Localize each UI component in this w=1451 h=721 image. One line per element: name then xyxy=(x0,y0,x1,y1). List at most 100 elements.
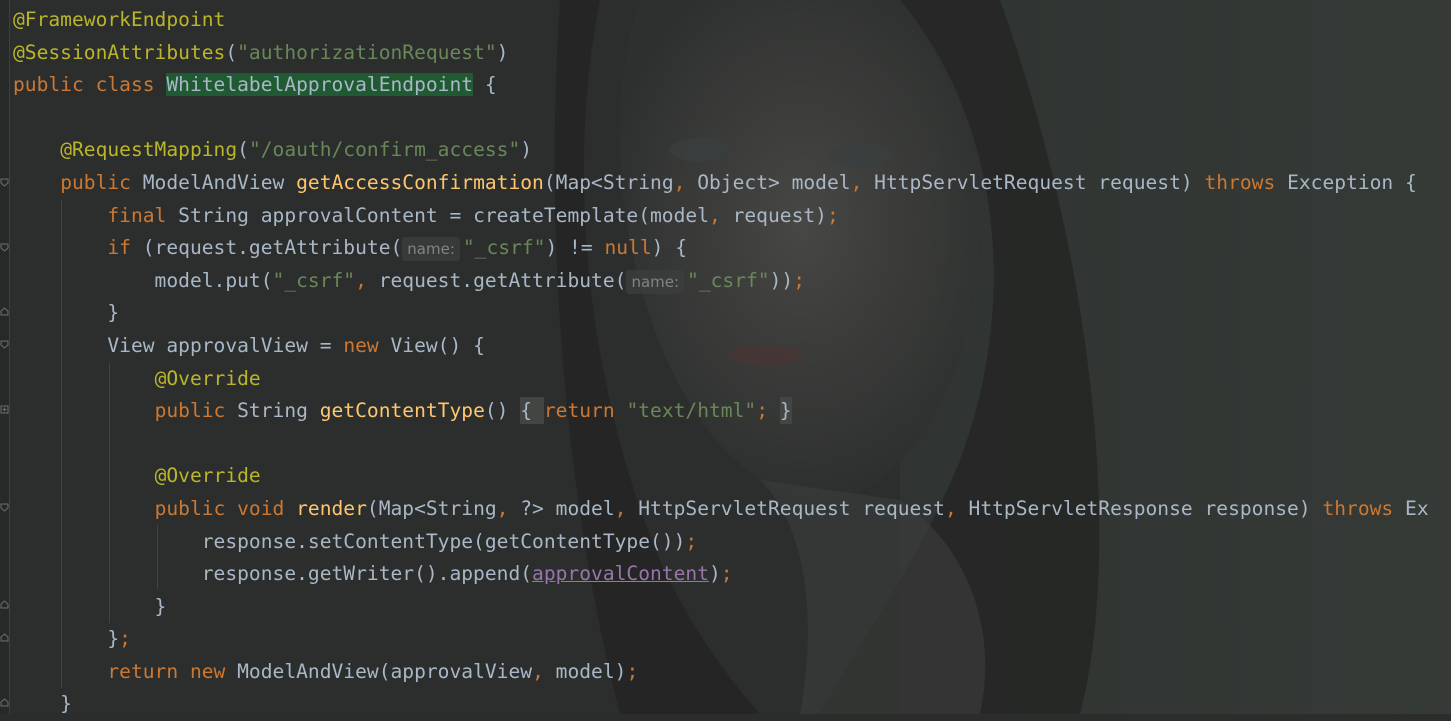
keyword-token: ; xyxy=(626,659,639,683)
code-token: ?> model xyxy=(520,496,615,520)
code-line[interactable]: } xyxy=(13,688,1451,721)
fold-marker-icon[interactable] xyxy=(0,405,9,414)
code-line[interactable]: public void render(Map<String, ?> model,… xyxy=(13,493,1451,526)
code-token: String xyxy=(237,399,320,423)
keyword-token: , xyxy=(614,496,639,520)
code-token: Exception { xyxy=(1287,170,1417,194)
fold-marker-icon[interactable] xyxy=(0,340,9,349)
code-line[interactable]: } xyxy=(13,591,1451,624)
code-line[interactable]: public class WhitelabelApprovalEndpoint … xyxy=(13,69,1451,102)
keyword-token: , xyxy=(850,170,875,194)
code-line[interactable]: @FrameworkEndpoint xyxy=(13,4,1451,37)
string-token: "/oauth/confirm_access" xyxy=(248,138,521,162)
annotation-token: @Override xyxy=(154,366,261,390)
fold-marker-icon[interactable] xyxy=(0,178,9,187)
code-line[interactable] xyxy=(13,428,1451,461)
code-token: model.put( xyxy=(13,268,273,292)
code-token: Ex xyxy=(1405,496,1429,520)
keyword-token: , xyxy=(355,268,379,292)
code-token: request.getAttribute( xyxy=(378,268,627,292)
method-name-token: render xyxy=(296,496,367,520)
code-token: ) { xyxy=(651,236,688,260)
keyword-token: new xyxy=(343,333,391,357)
keyword-token: null xyxy=(604,236,652,260)
folded-block-brace: } xyxy=(779,397,792,425)
code-token: String approvalContent = createTemplate(… xyxy=(178,203,709,227)
keyword-token: ; xyxy=(756,399,780,423)
folded-block-brace: { xyxy=(520,397,544,425)
code-token: View() { xyxy=(390,333,485,357)
code-token: ( xyxy=(225,40,238,64)
keyword-token: , xyxy=(496,496,521,520)
selected-class-name: WhitelabelApprovalEndpoint xyxy=(166,73,474,97)
code-line[interactable]: return new ModelAndView(approvalView, mo… xyxy=(13,656,1451,689)
code-token: HttpServletRequest request) xyxy=(874,170,1205,194)
code-line[interactable] xyxy=(13,102,1451,135)
fold-marker-icon[interactable] xyxy=(0,503,9,512)
fold-marker-icon[interactable] xyxy=(0,243,9,252)
string-token: "authorizationRequest" xyxy=(237,40,497,64)
parameter-hint: name: xyxy=(626,269,685,294)
code-token: ) xyxy=(520,138,533,162)
code-line[interactable]: @Override xyxy=(13,363,1451,396)
code-line[interactable]: public ModelAndView getAccessConfirmatio… xyxy=(13,167,1451,200)
code-line[interactable]: if (request.getAttribute(name: "_csrf") !… xyxy=(13,232,1451,265)
code-line[interactable]: @Override xyxy=(13,460,1451,493)
code-token: ) xyxy=(709,562,721,586)
fold-marker-icon[interactable] xyxy=(0,698,9,707)
code-token: request) xyxy=(732,203,827,227)
code-token: (request.getAttribute( xyxy=(142,236,403,260)
keyword-token: return new xyxy=(107,659,238,683)
code-token: Object> model xyxy=(697,170,851,194)
string-token: "_csrf" xyxy=(272,268,356,292)
fold-marker-icon[interactable] xyxy=(0,307,9,316)
code-token: ModelAndView(approvalView xyxy=(237,659,533,683)
annotation-token: @Override xyxy=(154,464,261,488)
code-token: () xyxy=(484,399,521,423)
code-token: ) xyxy=(496,40,509,64)
annotation-token: @SessionAttributes xyxy=(13,40,226,64)
code-token: ( xyxy=(237,138,249,162)
field-reference-token: approvalContent xyxy=(532,562,709,586)
code-token: (Map<String xyxy=(366,496,497,520)
code-line[interactable]: final String approvalContent = createTem… xyxy=(13,200,1451,233)
keyword-token: public class xyxy=(13,73,167,97)
keyword-token: throws xyxy=(1322,496,1406,520)
code-token: { xyxy=(473,73,497,97)
keyword-token: , xyxy=(709,203,733,227)
code-line[interactable]: model.put("_csrf", request.getAttribute(… xyxy=(13,265,1451,298)
code-line[interactable]: } xyxy=(13,297,1451,330)
code-token: ) != xyxy=(545,236,605,260)
keyword-token: ; xyxy=(793,268,805,292)
keyword-token: public xyxy=(154,399,238,423)
code-line[interactable]: response.getWriter().append(approvalCont… xyxy=(13,558,1451,591)
keyword-token: ; xyxy=(119,627,131,651)
code-token: View approvalView = xyxy=(13,333,344,357)
code-editor[interactable]: @FrameworkEndpoint @SessionAttributes("au… xyxy=(13,4,1451,721)
string-token: "_csrf" xyxy=(462,236,546,260)
code-line[interactable]: }; xyxy=(13,623,1451,656)
code-line[interactable]: @RequestMapping("/oauth/confirm_access") xyxy=(13,134,1451,167)
parameter-hint: name: xyxy=(402,237,460,262)
code-line[interactable]: View approvalView = new View() { xyxy=(13,330,1451,363)
fold-marker-icon[interactable] xyxy=(0,633,9,642)
code-line[interactable]: public String getContentType() { return … xyxy=(13,395,1451,428)
code-line[interactable]: response.setContentType(getContentType()… xyxy=(13,526,1451,559)
keyword-token: return xyxy=(543,399,627,423)
code-token: (Map<String xyxy=(543,170,674,194)
code-token: model) xyxy=(555,659,627,683)
code-line[interactable]: @SessionAttributes("authorizationRequest… xyxy=(13,37,1451,70)
fold-marker-icon[interactable] xyxy=(0,600,9,609)
keyword-token: , xyxy=(673,170,698,194)
keyword-token: if xyxy=(107,236,143,260)
code-token: )) xyxy=(769,268,794,292)
method-name-token: getAccessConfirmation xyxy=(296,170,544,194)
code-token: HttpServletRequest request xyxy=(638,496,945,520)
keyword-token: ; xyxy=(826,203,839,227)
